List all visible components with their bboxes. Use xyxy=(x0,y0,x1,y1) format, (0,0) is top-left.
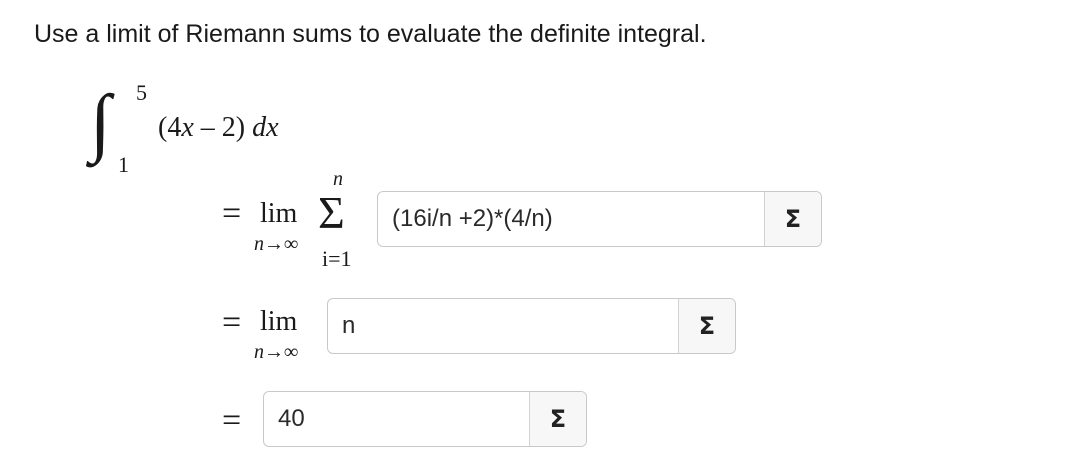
step1-sum-lower: i=1 xyxy=(322,246,352,271)
integrand-open: (4 xyxy=(158,112,182,143)
step2-lim-subscript: n→∞ xyxy=(254,341,299,363)
step1-sum-input[interactable]: (16i/n +2)*(4/n) xyxy=(378,192,764,246)
step2-answer-field: n Σ xyxy=(327,298,736,354)
integrand: (4x – 2) dx xyxy=(158,112,279,144)
step1-sigma-button[interactable]: Σ xyxy=(764,192,821,246)
step2-equals: = xyxy=(222,304,242,341)
integral-sign: ∫ xyxy=(90,80,111,164)
step1-answer-field: (16i/n +2)*(4/n) Σ xyxy=(377,191,822,247)
step2-limit-input[interactable]: n xyxy=(328,299,678,353)
question-prompt: Use a limit of Riemann sums to evaluate … xyxy=(34,20,707,48)
step1-equals: = xyxy=(222,195,242,232)
step3-equals: = xyxy=(222,402,242,439)
step3-sigma-button[interactable]: Σ xyxy=(529,392,586,446)
integral-lower-limit: 1 xyxy=(118,152,129,177)
integrand-dx: dx xyxy=(252,112,279,143)
integral-upper-limit: 5 xyxy=(136,80,147,105)
sigma-symbol: Σ xyxy=(318,187,345,238)
integrand-var: x xyxy=(181,112,194,143)
step3-answer-field: 40 Σ xyxy=(263,391,587,447)
step3-value-input[interactable]: 40 xyxy=(264,392,529,446)
step1-lim: lim xyxy=(260,198,298,229)
step2-sigma-button[interactable]: Σ xyxy=(678,299,735,353)
step2-lim: lim xyxy=(260,306,298,337)
step1-lim-subscript: n→∞ xyxy=(254,233,299,255)
integrand-rest: – 2) xyxy=(193,112,253,143)
